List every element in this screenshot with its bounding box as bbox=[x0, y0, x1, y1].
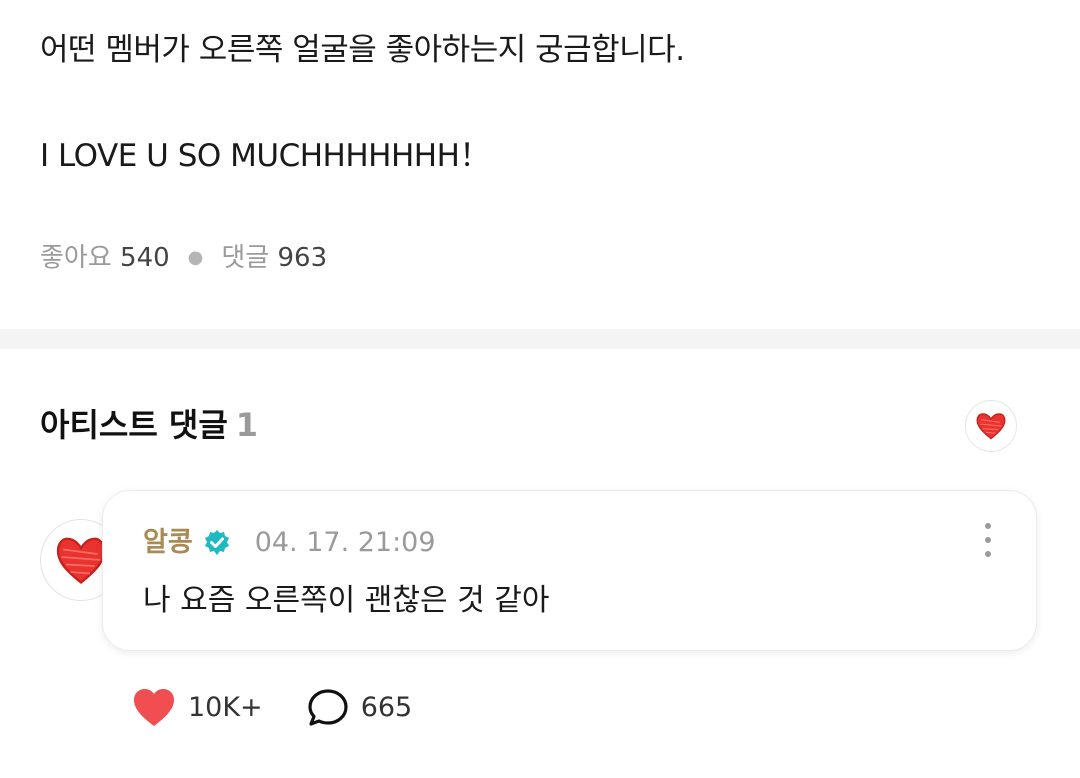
like-button[interactable]: 10K+ bbox=[132, 688, 263, 728]
post-stats: 좋아요 540 ● 댓글 963 bbox=[40, 240, 327, 276]
artist-comments-header: 아티스트 댓글 1 bbox=[40, 403, 258, 447]
likes-stat[interactable]: 좋아요 540 bbox=[40, 240, 170, 276]
comments-count: 963 bbox=[277, 243, 328, 273]
reply-button[interactable]: 665 bbox=[307, 688, 413, 728]
verified-badge-icon bbox=[204, 530, 229, 555]
post-body: 어떤 멤버가 오른쪽 얼굴을 좋아하는지 궁금합니다. I LOVE U SO … bbox=[40, 22, 1040, 184]
comment-text: 나 요즘 오른쪽이 괜찮은 것 같아 bbox=[143, 583, 550, 618]
more-options-button[interactable] bbox=[976, 523, 1000, 557]
post-line-1: 어떤 멤버가 오른쪽 얼굴을 좋아하는지 궁금합니다. bbox=[40, 32, 685, 68]
likes-count: 540 bbox=[120, 243, 170, 273]
post-line-2: I LOVE U SO MUCHHHHHHH！ bbox=[40, 138, 490, 174]
comments-stat[interactable]: 댓글 963 bbox=[221, 240, 327, 276]
artist-comments-count: 1 bbox=[235, 406, 259, 444]
separator-dot: ● bbox=[187, 247, 204, 268]
more-vertical-icon bbox=[985, 523, 991, 529]
heart-doodle-icon bbox=[976, 413, 1006, 440]
heart-icon bbox=[134, 689, 174, 726]
reply-count: 665 bbox=[360, 692, 413, 723]
section-divider bbox=[0, 329, 1080, 349]
artist-comments-title: 아티스트 댓글 bbox=[40, 406, 228, 444]
comment-bubble-icon bbox=[308, 689, 348, 726]
comments-label: 댓글 bbox=[221, 243, 270, 273]
comment-timestamp: 04. 17. 21:09 bbox=[254, 527, 436, 558]
comment-header: 알콩 04. 17. 21:09 bbox=[143, 525, 436, 561]
comment-bubble: 알콩 04. 17. 21:09 나 요즘 오른쪽이 괜찮은 것 같아 bbox=[102, 490, 1037, 651]
comment-actions: 10K+ 665 bbox=[132, 688, 456, 728]
comment-author[interactable]: 알콩 bbox=[143, 525, 193, 561]
likes-label: 좋아요 bbox=[40, 243, 112, 273]
like-count: 10K+ bbox=[188, 692, 263, 723]
artist-avatar-button[interactable] bbox=[965, 400, 1017, 452]
